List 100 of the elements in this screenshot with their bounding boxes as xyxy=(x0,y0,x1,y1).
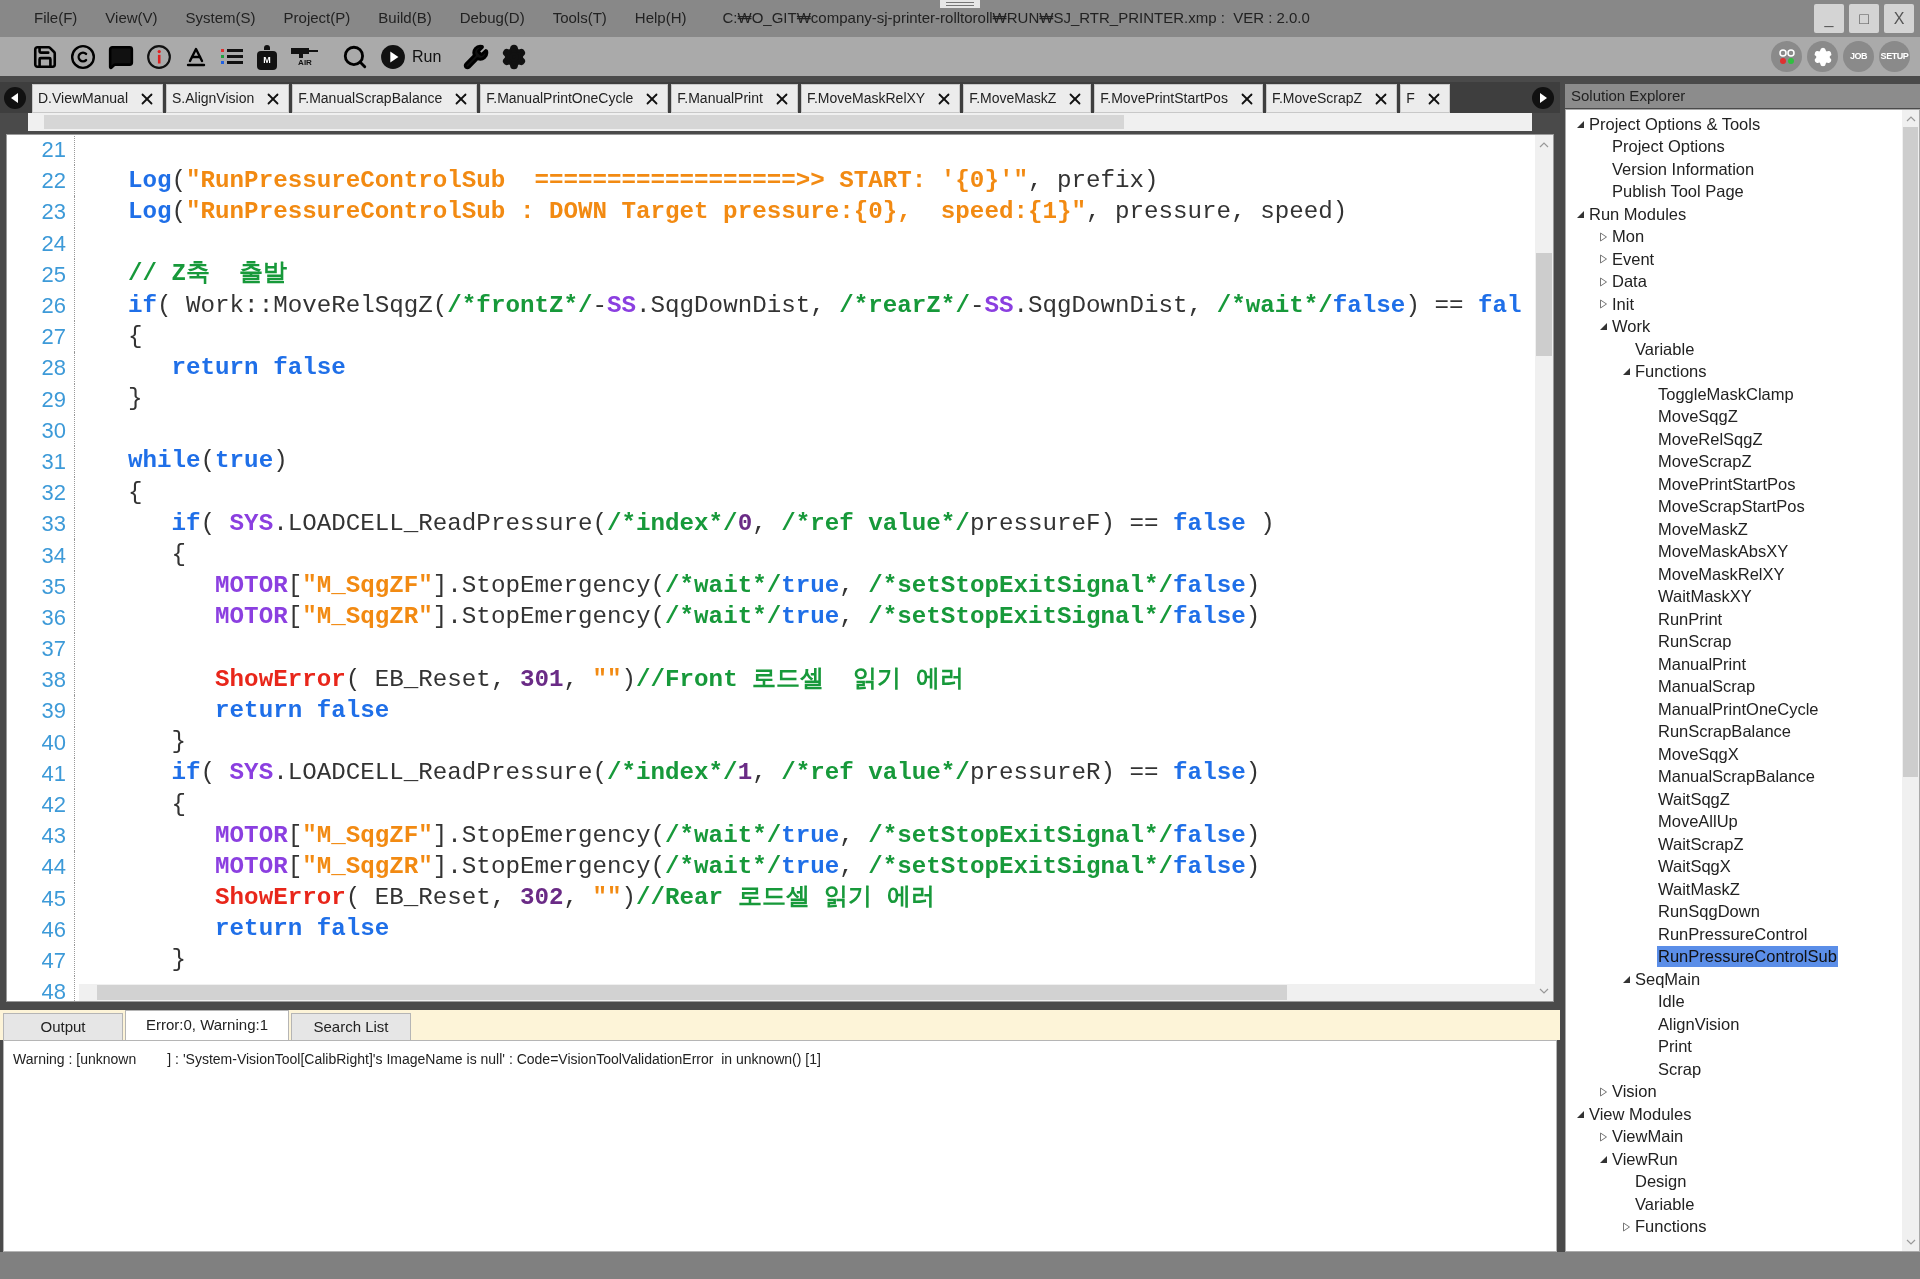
solution-tree[interactable] xyxy=(1565,109,1920,1252)
collapsed-arrow-icon[interactable] xyxy=(1598,299,1608,310)
comment-icon[interactable] xyxy=(108,43,134,70)
menu-item[interactable]: File(F) xyxy=(34,7,78,30)
run-button[interactable]: Run xyxy=(380,43,442,70)
menu-item[interactable]: Help(H) xyxy=(634,7,687,30)
document-tab[interactable]: F xyxy=(1400,84,1450,113)
tree-item[interactable]: Scrap xyxy=(1657,1058,1703,1080)
tree-item[interactable]: MoveRelSqgZ xyxy=(1657,428,1764,450)
tree-item[interactable]: Functions xyxy=(1634,361,1708,383)
scrollbar-thumb[interactable] xyxy=(97,985,1287,1000)
menu-item[interactable]: Build(B) xyxy=(378,7,432,30)
tree-item[interactable]: MoveSqgZ xyxy=(1657,406,1739,428)
tree-item[interactable]: Functions xyxy=(1634,1216,1708,1238)
document-tab[interactable]: S.AlignVision xyxy=(166,84,290,113)
menu-item[interactable]: Project(P) xyxy=(283,7,351,30)
expanded-arrow-icon[interactable] xyxy=(1575,209,1585,219)
tree-item[interactable]: ManualScrap xyxy=(1657,676,1757,698)
tree-item[interactable]: RunPrint xyxy=(1657,608,1724,630)
collapsed-arrow-icon[interactable] xyxy=(1598,1086,1608,1097)
scrollbar-thumb[interactable] xyxy=(44,115,1124,129)
output-tab[interactable]: Search List xyxy=(291,1013,411,1040)
tab-scrollbar[interactable] xyxy=(28,113,1532,131)
tree-item[interactable]: RunSqgDown xyxy=(1657,901,1761,923)
tree-item[interactable]: Variable xyxy=(1634,1193,1696,1215)
tree-item[interactable]: MoveMaskAbsXY xyxy=(1657,541,1790,563)
expanded-arrow-icon[interactable] xyxy=(1621,974,1631,984)
expanded-arrow-icon[interactable] xyxy=(1575,1109,1585,1119)
document-tab[interactable]: F.ManualPrintOneCycle xyxy=(480,84,669,113)
tree-item[interactable]: Init xyxy=(1611,293,1635,315)
tree-item[interactable]: Run Modules xyxy=(1588,203,1688,225)
search-icon[interactable] xyxy=(342,43,368,70)
vertical-scrollbar[interactable] xyxy=(1535,135,1553,1001)
expanded-arrow-icon[interactable] xyxy=(1598,1154,1608,1164)
menu-item[interactable]: Debug(D) xyxy=(459,7,525,30)
tree-item[interactable]: WaitSqgZ xyxy=(1657,788,1731,810)
settings-button[interactable] xyxy=(1807,41,1838,72)
document-tab[interactable]: F.MoveMaskZ xyxy=(963,84,1092,113)
menu-item[interactable]: System(S) xyxy=(185,7,256,30)
tree-item[interactable]: MovePrintStartPos xyxy=(1657,473,1797,495)
menu-item[interactable]: Tools(T) xyxy=(552,7,607,30)
tree-item[interactable]: RunScrap xyxy=(1657,631,1733,653)
tree-item[interactable]: RunScrapBalance xyxy=(1657,721,1792,743)
collapsed-arrow-icon[interactable] xyxy=(1598,1131,1608,1142)
output-tab[interactable]: Output xyxy=(3,1013,123,1040)
menu-item[interactable]: View(V) xyxy=(105,7,158,30)
tree-item[interactable]: Vision xyxy=(1611,1081,1658,1103)
tree-item[interactable]: Mon xyxy=(1611,226,1646,248)
document-tab[interactable]: F.MoveScrapZ xyxy=(1265,84,1398,113)
scrollbar-thumb[interactable] xyxy=(1536,253,1552,356)
scrollbar-thumb[interactable] xyxy=(1903,127,1918,777)
tree-item[interactable]: View Modules xyxy=(1588,1103,1693,1125)
tree-item[interactable]: ViewRun xyxy=(1611,1148,1679,1170)
tree-item[interactable]: Project Options & Tools xyxy=(1588,113,1762,135)
document-tab[interactable]: F.MovePrintStartPos xyxy=(1094,84,1263,113)
tree-item[interactable]: MoveScrapZ xyxy=(1657,451,1753,473)
collapsed-arrow-icon[interactable] xyxy=(1621,1221,1631,1232)
tree-item[interactable]: MoveAllUp xyxy=(1657,811,1739,833)
settings-icon[interactable] xyxy=(501,43,528,70)
tree-item[interactable]: ToggleMaskClamp xyxy=(1657,383,1795,405)
document-tab[interactable]: F.ManualScrapBalance xyxy=(292,84,478,113)
tree-item[interactable]: AlignVision xyxy=(1657,1013,1741,1035)
tree-item[interactable]: Idle xyxy=(1657,991,1686,1013)
tree-item[interactable]: Variable xyxy=(1634,338,1696,360)
code-editor[interactable] xyxy=(6,134,1554,1002)
tree-item[interactable]: RunPressureControlSub xyxy=(1657,946,1838,968)
tree-item[interactable]: ManualPrintOneCycle xyxy=(1657,698,1820,720)
window-control-button[interactable]: □ xyxy=(1849,4,1879,33)
scroll-left-icon[interactable] xyxy=(4,86,26,109)
tree-item[interactable]: MoveSqgX xyxy=(1657,743,1740,765)
scroll-right-icon[interactable] xyxy=(1532,86,1554,109)
tree-item[interactable]: ManualPrint xyxy=(1657,653,1748,675)
expanded-arrow-icon[interactable] xyxy=(1598,322,1608,332)
tree-item[interactable]: Design xyxy=(1634,1171,1688,1193)
tree-item[interactable]: Data xyxy=(1611,271,1648,293)
tree-item[interactable]: WaitSqgX xyxy=(1657,856,1732,878)
tree-item[interactable]: Print xyxy=(1657,1036,1693,1058)
document-tab[interactable]: F.MoveMaskRelXY xyxy=(800,84,961,113)
tree-item[interactable]: MoveScrapStartPos xyxy=(1657,496,1806,518)
tree-item[interactable]: ManualScrapBalance xyxy=(1657,766,1816,788)
tree-item[interactable]: SeqMain xyxy=(1634,968,1702,990)
tree-item[interactable]: RunPressureControl xyxy=(1657,923,1809,945)
collapsed-arrow-icon[interactable] xyxy=(1598,254,1608,265)
status-lights-button[interactable] xyxy=(1771,41,1802,72)
copyright-icon[interactable] xyxy=(70,43,96,70)
tree-item[interactable]: WaitScrapZ xyxy=(1657,833,1745,855)
tree-item[interactable]: MoveMaskRelXY xyxy=(1657,563,1786,585)
air-button[interactable]: AIR xyxy=(290,46,320,67)
collapsed-arrow-icon[interactable] xyxy=(1598,276,1608,287)
info-icon[interactable] xyxy=(146,43,172,70)
tree-item[interactable]: ViewMain xyxy=(1611,1126,1685,1148)
wrench-icon[interactable] xyxy=(463,43,490,70)
grip-icon[interactable] xyxy=(940,0,980,8)
tree-item[interactable]: Publish Tool Page xyxy=(1611,181,1745,203)
collapsed-arrow-icon[interactable] xyxy=(1598,231,1608,242)
horizontal-scrollbar[interactable] xyxy=(79,984,1535,1001)
window-control-button[interactable]: _ xyxy=(1814,4,1844,33)
tree-item[interactable]: Version Information xyxy=(1611,158,1756,180)
tree-item[interactable]: Project Options xyxy=(1611,136,1726,158)
output-tab[interactable]: Error:0, Warning:1 xyxy=(125,1010,289,1040)
